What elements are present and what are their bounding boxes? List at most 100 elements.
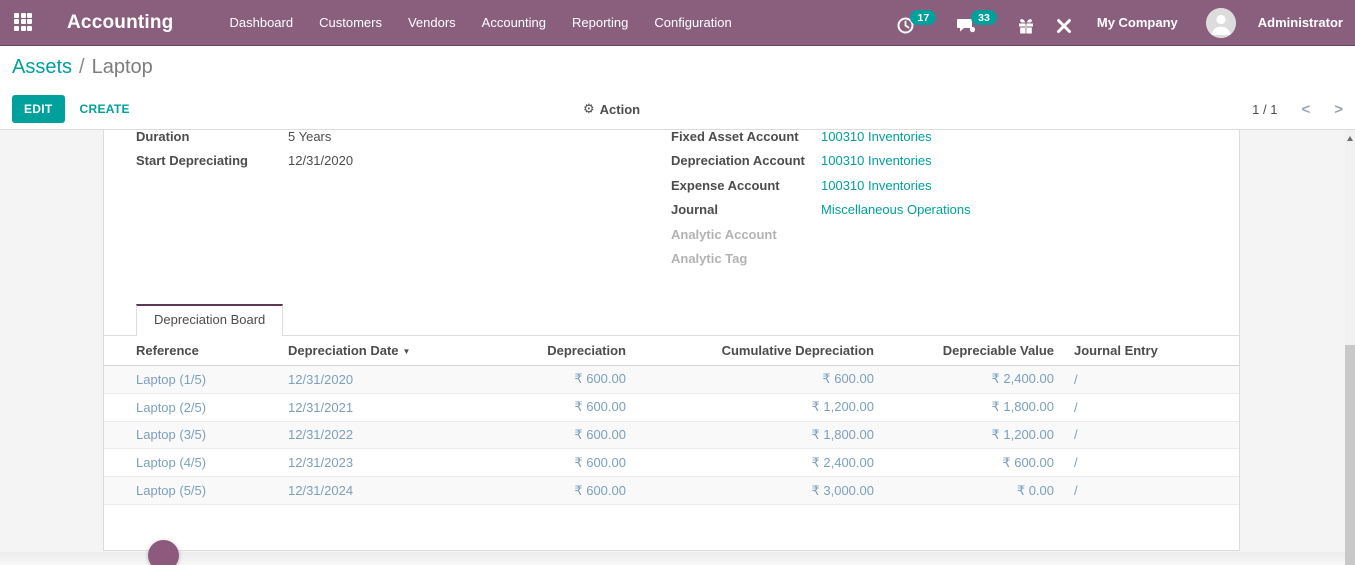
cell-reference: Laptop (3/5) — [104, 421, 288, 449]
table-row[interactable]: Laptop (2/5)12/31/2021₹ 600.00₹ 1,200.00… — [104, 393, 1239, 421]
depreciation-table-wrap: ReferenceDepreciation Date▼DepreciationC… — [104, 335, 1239, 505]
cell-cumulative: ₹ 1,800.00 — [638, 421, 886, 449]
cell-cumulative: ₹ 3,000.00 — [638, 477, 886, 505]
field-label: Start Depreciating — [136, 149, 288, 173]
column-header-cumulative-depreciation[interactable]: Cumulative Depreciation — [638, 336, 886, 366]
activities-button[interactable]: 17 — [896, 10, 936, 35]
field-row: Start Depreciating12/31/2020 — [136, 149, 353, 173]
cell-cumulative: ₹ 2,400.00 — [638, 449, 886, 477]
cell-date: 12/31/2023 — [288, 449, 442, 477]
cell-cumulative: ₹ 1,200.00 — [638, 393, 886, 421]
user-avatar[interactable] — [1206, 8, 1236, 38]
edit-button[interactable]: EDIT — [12, 95, 65, 123]
messages-button[interactable]: 33 — [956, 10, 997, 35]
breadcrumb-assets-link[interactable]: Assets — [12, 56, 72, 79]
nav-menu-item-configuration[interactable]: Configuration — [654, 15, 731, 30]
user-menu[interactable]: Administrator — [1258, 15, 1343, 30]
nav-menu-item-accounting[interactable]: Accounting — [482, 15, 546, 30]
tools-button[interactable] — [1055, 11, 1073, 35]
systray: 17 33 My Company — [896, 8, 1343, 38]
cell-journal: / — [1066, 421, 1239, 449]
livechat-launcher-button[interactable] — [148, 540, 179, 565]
action-menu-button[interactable]: ⚙ Action — [583, 101, 640, 117]
scrollbar-thumb[interactable] — [1345, 345, 1355, 565]
tab-depreciation-board[interactable]: Depreciation Board — [136, 304, 283, 336]
gear-icon: ⚙ — [583, 101, 595, 117]
field-row: Expense Account100310 Inventories — [671, 174, 971, 198]
activities-badge: 17 — [910, 10, 936, 25]
control-panel-buttons: EDIT CREATE ⚙ Action 1 / 1 < > — [0, 89, 1355, 129]
scroll-up-icon[interactable] — [1347, 136, 1353, 141]
cell-journal: / — [1066, 393, 1239, 421]
table-header-row: ReferenceDepreciation Date▼DepreciationC… — [104, 336, 1239, 366]
cell-depreciable: ₹ 600.00 — [886, 449, 1066, 477]
cell-depreciable: ₹ 2,400.00 — [886, 366, 1066, 394]
cell-date: 12/31/2020 — [288, 366, 442, 394]
column-header-depreciation[interactable]: Depreciation — [442, 336, 638, 366]
cell-depreciable: ₹ 1,200.00 — [886, 421, 1066, 449]
field-value[interactable]: 100310 Inventories — [821, 174, 932, 198]
field-value[interactable]: 100310 Inventories — [821, 149, 932, 173]
field-row: JournalMiscellaneous Operations — [671, 198, 971, 222]
field-label: Journal — [671, 198, 821, 222]
cell-depreciable: ₹ 1,800.00 — [886, 393, 1066, 421]
column-header-reference[interactable]: Reference — [104, 336, 288, 366]
table-row[interactable]: Laptop (3/5)12/31/2022₹ 600.00₹ 1,800.00… — [104, 421, 1239, 449]
field-row: Duration5 Years — [136, 130, 353, 149]
cell-reference: Laptop (1/5) — [104, 366, 288, 394]
cell-date: 12/31/2021 — [288, 393, 442, 421]
field-row: Analytic Account — [671, 223, 971, 247]
nav-menu-item-vendors[interactable]: Vendors — [408, 15, 456, 30]
depreciation-table: ReferenceDepreciation Date▼DepreciationC… — [104, 335, 1239, 505]
column-header-journal-entry[interactable]: Journal Entry — [1066, 336, 1239, 366]
vertical-scrollbar[interactable] — [1345, 130, 1355, 565]
cell-journal: / — [1066, 449, 1239, 477]
cell-reference: Laptop (2/5) — [104, 393, 288, 421]
breadcrumb-current: Laptop — [92, 56, 153, 79]
action-label: Action — [600, 102, 640, 117]
cell-date: 12/31/2022 — [288, 421, 442, 449]
sort-desc-icon: ▼ — [403, 347, 411, 356]
apps-grid-icon[interactable] — [14, 13, 34, 33]
field-value[interactable]: 100310 Inventories — [821, 130, 932, 149]
field-label: Analytic Tag — [671, 247, 821, 271]
cell-date: 12/31/2024 — [288, 477, 442, 505]
form-fields-right: Fixed Asset Account100310 InventoriesDep… — [671, 130, 971, 271]
asset-form-sheet: Duration5 YearsStart Depreciating12/31/2… — [103, 130, 1240, 551]
breadcrumb: Assets / Laptop — [0, 46, 1355, 89]
field-label: Expense Account — [671, 174, 821, 198]
create-button[interactable]: CREATE — [80, 102, 130, 116]
cell-reference: Laptop (4/5) — [104, 449, 288, 477]
tools-icon — [1055, 17, 1073, 35]
table-row[interactable]: Laptop (1/5)12/31/2020₹ 600.00₹ 600.00₹ … — [104, 366, 1239, 394]
person-icon — [1206, 8, 1236, 38]
column-header-depreciation-date[interactable]: Depreciation Date▼ — [288, 336, 442, 366]
app-title: Accounting — [67, 12, 174, 34]
cell-depreciation: ₹ 600.00 — [442, 366, 638, 394]
pager-previous-icon[interactable]: < — [1301, 102, 1310, 117]
cell-reference: Laptop (5/5) — [104, 477, 288, 505]
cell-depreciation: ₹ 600.00 — [442, 393, 638, 421]
table-row[interactable]: Laptop (5/5)12/31/2024₹ 600.00₹ 3,000.00… — [104, 477, 1239, 505]
cell-cumulative: ₹ 600.00 — [638, 366, 886, 394]
cell-journal: / — [1066, 477, 1239, 505]
field-value[interactable]: Miscellaneous Operations — [821, 198, 971, 222]
pager-next-icon[interactable]: > — [1334, 102, 1343, 117]
company-switcher[interactable]: My Company — [1097, 15, 1178, 30]
nav-menu-item-dashboard[interactable]: Dashboard — [230, 15, 294, 30]
column-header-depreciable-value[interactable]: Depreciable Value — [886, 336, 1066, 366]
form-view-content: Duration5 YearsStart Depreciating12/31/2… — [0, 130, 1355, 565]
field-value: 12/31/2020 — [288, 149, 353, 173]
field-label: Analytic Account — [671, 223, 821, 247]
cell-depreciation: ₹ 600.00 — [442, 477, 638, 505]
gift-button[interactable] — [1017, 11, 1035, 35]
table-row[interactable]: Laptop (4/5)12/31/2023 ₹ 600.00₹ 2,400.00… — [104, 449, 1239, 477]
field-row: Analytic Tag — [671, 247, 971, 271]
field-row: Fixed Asset Account100310 Inventories — [671, 130, 971, 149]
field-label: Fixed Asset Account — [671, 130, 821, 149]
form-fields-left: Duration5 YearsStart Depreciating12/31/2… — [136, 130, 353, 174]
nav-menu-item-reporting[interactable]: Reporting — [572, 15, 628, 30]
breadcrumb-separator: / — [79, 56, 85, 79]
field-label: Depreciation Account — [671, 149, 821, 173]
nav-menu-item-customers[interactable]: Customers — [319, 15, 382, 30]
